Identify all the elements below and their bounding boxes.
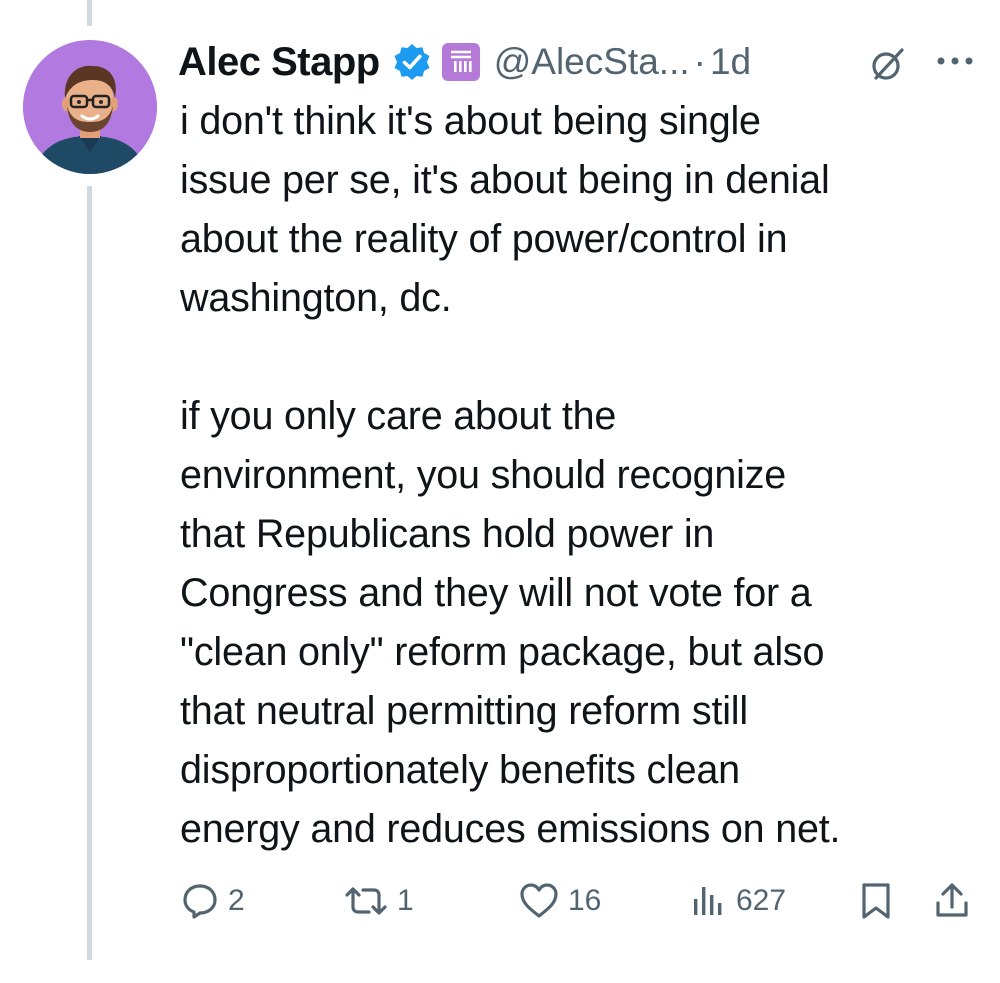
reply-icon xyxy=(183,884,217,919)
organization-badge-icon[interactable] xyxy=(441,43,480,81)
share-icon xyxy=(936,883,968,917)
avatar[interactable] xyxy=(23,40,157,174)
timestamp[interactable]: 1d xyxy=(710,41,751,83)
thread-line-top xyxy=(87,0,92,26)
grok-icon[interactable] xyxy=(868,44,908,84)
header-separator: · xyxy=(693,41,706,82)
repost-count: 1 xyxy=(397,884,414,917)
bookmark-button[interactable] xyxy=(856,876,896,926)
verified-badge-icon[interactable] xyxy=(392,42,432,82)
more-icon[interactable] xyxy=(933,46,977,76)
repost-button[interactable]: 1 xyxy=(343,876,414,926)
author-handle[interactable]: @AlecSta... xyxy=(494,41,690,83)
tweet-text: i don't think it's about being single is… xyxy=(180,99,841,851)
reply-button[interactable]: 2 xyxy=(180,876,245,926)
reply-count: 2 xyxy=(228,884,245,917)
tweet-header: Alec Stapp @AlecSta... · 1d xyxy=(178,36,751,88)
like-count: 16 xyxy=(568,884,602,917)
like-icon xyxy=(520,883,558,918)
action-bar: 2 1 16 627 xyxy=(180,876,980,926)
avatar-illustration xyxy=(23,40,157,174)
repost-icon xyxy=(345,887,387,915)
thread-line xyxy=(87,186,92,960)
like-button[interactable]: 16 xyxy=(518,876,601,926)
bookmark-icon xyxy=(862,883,890,919)
author-name[interactable]: Alec Stapp xyxy=(178,40,380,85)
share-button[interactable] xyxy=(932,876,972,926)
views-icon xyxy=(694,887,722,915)
views-button[interactable]: 627 xyxy=(688,876,786,926)
view-count: 627 xyxy=(736,884,787,917)
